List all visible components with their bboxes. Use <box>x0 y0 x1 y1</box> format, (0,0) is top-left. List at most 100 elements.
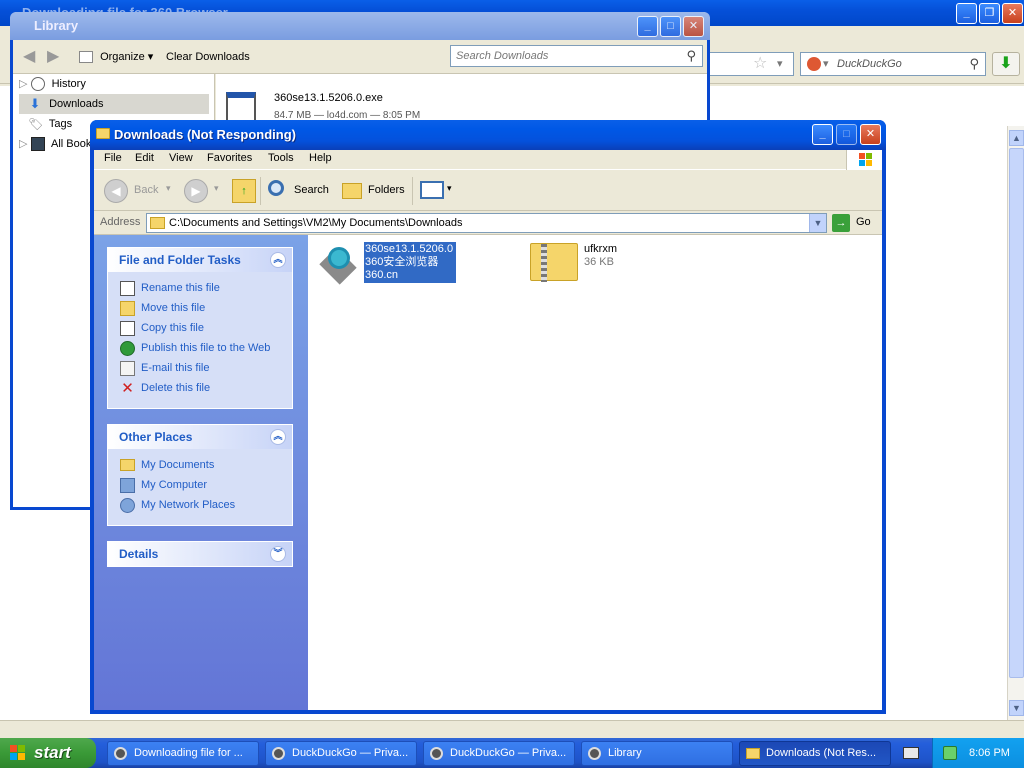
browser-minimize-button[interactable]: _ <box>956 3 977 24</box>
task-copy[interactable]: Copy this file <box>108 318 292 338</box>
explorer-title-bar[interactable]: Downloads (Not Responding) <box>90 120 886 150</box>
nav-tags[interactable]: 🏷 Tags <box>19 114 72 134</box>
taskbar-item-duckduckgo-1[interactable]: DuckDuckGo — Priva... <box>265 741 417 766</box>
taskbar-item-library[interactable]: Library <box>581 741 733 766</box>
tag-icon: 🏷 <box>28 117 44 132</box>
details-header[interactable]: Details ︾ <box>108 542 292 566</box>
delete-icon: ✕ <box>121 379 134 397</box>
forward-button[interactable]: ▶ ▾ <box>184 179 224 203</box>
zip-folder-icon <box>530 243 578 282</box>
explorer-maximize-button[interactable]: □ <box>836 124 857 145</box>
collapse-icon[interactable]: ︽ <box>270 252 286 268</box>
browser-search-input[interactable]: ▾ DuckDuckGo ⚲ <box>800 52 986 76</box>
menu-file[interactable]: File <box>104 152 122 164</box>
task-rename[interactable]: Rename this file <box>108 278 292 298</box>
library-title-bar[interactable]: Library <box>10 12 710 40</box>
browser-restore-button[interactable]: ❐ <box>979 3 1000 24</box>
folder-icon <box>96 128 110 139</box>
download-icon: ⬇ <box>29 96 41 112</box>
library-search-input[interactable]: Search Downloads ⚲ <box>450 45 703 67</box>
details-panel: Details ︾ <box>107 541 293 567</box>
task-move[interactable]: Move this file <box>108 298 292 318</box>
taskbar-item-label: Downloads (Not Res... <box>766 747 877 759</box>
taskbar-item-duckduckgo-2[interactable]: DuckDuckGo — Priva... <box>423 741 575 766</box>
exe-file-icon <box>226 92 256 122</box>
file-360se-line2: 360安全浏览器 <box>365 256 439 268</box>
keyboard-icon[interactable] <box>903 747 919 759</box>
other-places-panel: Other Places ︽ My Documents My Computer … <box>107 424 293 526</box>
library-minimize-button[interactable]: _ <box>637 16 658 37</box>
back-button[interactable]: ◀ Back ▾ <box>104 179 178 203</box>
views-button[interactable]: ▾ <box>420 179 454 203</box>
address-dropdown-button[interactable]: ▼ <box>809 214 826 232</box>
browser-close-button[interactable]: ✕ <box>1002 3 1023 24</box>
library-search-placeholder: Search Downloads <box>456 50 549 62</box>
search-label: Search <box>294 184 329 196</box>
clear-downloads-button[interactable]: Clear Downloads <box>166 51 250 63</box>
folders-button[interactable]: Folders <box>340 179 406 203</box>
magnifier-icon <box>268 180 284 196</box>
file-tasks-header[interactable]: File and Folder Tasks ︽ <box>108 248 292 272</box>
search-icon[interactable]: ⚲ <box>969 53 979 75</box>
file-360se[interactable]: 360se13.1.5206.0 360安全浏览器 360.cn <box>314 241 464 285</box>
file-ufkrxm[interactable]: ufkrxm 36 KB <box>530 241 650 285</box>
browser-status-bar <box>0 720 1024 738</box>
details-title: Details <box>119 547 159 561</box>
windows-flag-icon <box>10 745 26 761</box>
taskbar-item-explorer[interactable]: Downloads (Not Res... <box>739 741 891 766</box>
library-close-button[interactable]: ✕ <box>683 16 704 37</box>
nav-history[interactable]: ▷ History <box>19 74 86 94</box>
star-icon[interactable]: ☆ <box>753 53 767 75</box>
place-my-computer[interactable]: My Computer <box>108 475 292 495</box>
collapse-icon[interactable]: ︽ <box>270 429 286 445</box>
task-pane: File and Folder Tasks ︽ Rename this file… <box>94 235 308 710</box>
taskbar-item-label: DuckDuckGo — Priva... <box>292 747 409 759</box>
browser-scrollbar[interactable]: ▲ ▼ <box>1007 126 1024 720</box>
taskbar: start Downloading file for ... DuckDuckG… <box>0 738 1024 768</box>
scroll-up-button[interactable]: ▲ <box>1009 130 1024 146</box>
folder-icon <box>150 217 165 229</box>
start-button[interactable]: start <box>0 738 96 768</box>
explorer-close-button[interactable]: ✕ <box>860 124 881 145</box>
menu-favorites[interactable]: Favorites <box>207 152 252 164</box>
search-engine-dropdown-icon[interactable]: ▾ <box>823 53 829 75</box>
other-places-title: Other Places <box>119 430 193 444</box>
up-folder-icon[interactable]: ↑ <box>232 179 256 203</box>
task-delete[interactable]: ✕ Delete this file <box>108 378 292 398</box>
task-publish[interactable]: Publish this file to the Web <box>108 338 292 358</box>
menu-tools[interactable]: Tools <box>268 152 294 164</box>
organize-button[interactable]: Organize ▾ <box>79 50 153 64</box>
clock[interactable]: 8:06 PM <box>969 747 1010 759</box>
download-arrow-button[interactable]: ⬇ <box>992 52 1020 76</box>
expand-icon[interactable]: ︾ <box>270 546 286 562</box>
address-input[interactable]: C:\Documents and Settings\VM2\My Documen… <box>146 213 827 233</box>
go-button[interactable]: → Go <box>832 214 878 232</box>
task-email[interactable]: E-mail this file <box>108 358 292 378</box>
menu-help[interactable]: Help <box>309 152 332 164</box>
menu-view[interactable]: View <box>169 152 193 164</box>
nav-history-label: History <box>51 78 86 90</box>
browser-url-tail[interactable]: ☆ ▾ <box>700 52 794 76</box>
file-view: 360se13.1.5206.0 360安全浏览器 360.cn ufkrxm … <box>308 235 882 710</box>
explorer-minimize-button[interactable]: _ <box>812 124 833 145</box>
task-delete-label: Delete this file <box>141 382 211 394</box>
taskbar-item-label: Library <box>608 747 642 759</box>
forward-arrow-icon[interactable]: ▶ <box>47 46 59 66</box>
menu-edit[interactable]: Edit <box>135 152 154 164</box>
scroll-thumb[interactable] <box>1009 148 1024 678</box>
computer-icon <box>120 477 135 493</box>
place-my-documents[interactable]: My Documents <box>108 455 292 475</box>
other-places-header[interactable]: Other Places ︽ <box>108 425 292 449</box>
scroll-down-button[interactable]: ▼ <box>1009 700 1024 716</box>
taskbar-item-downloading[interactable]: Downloading file for ... <box>107 741 259 766</box>
search-button[interactable]: Search <box>266 179 332 203</box>
clock-icon <box>30 77 45 92</box>
network-tray-icon[interactable] <box>943 746 957 760</box>
back-arrow-icon[interactable]: ◀ <box>23 46 35 66</box>
nav-tags-label: Tags <box>48 118 73 130</box>
nav-downloads[interactable]: ⬇ Downloads <box>19 94 209 114</box>
dropdown-icon[interactable]: ▾ <box>777 53 783 75</box>
place-my-network[interactable]: My Network Places <box>108 495 292 515</box>
library-maximize-button[interactable]: □ <box>660 16 681 37</box>
views-icon <box>420 181 444 199</box>
